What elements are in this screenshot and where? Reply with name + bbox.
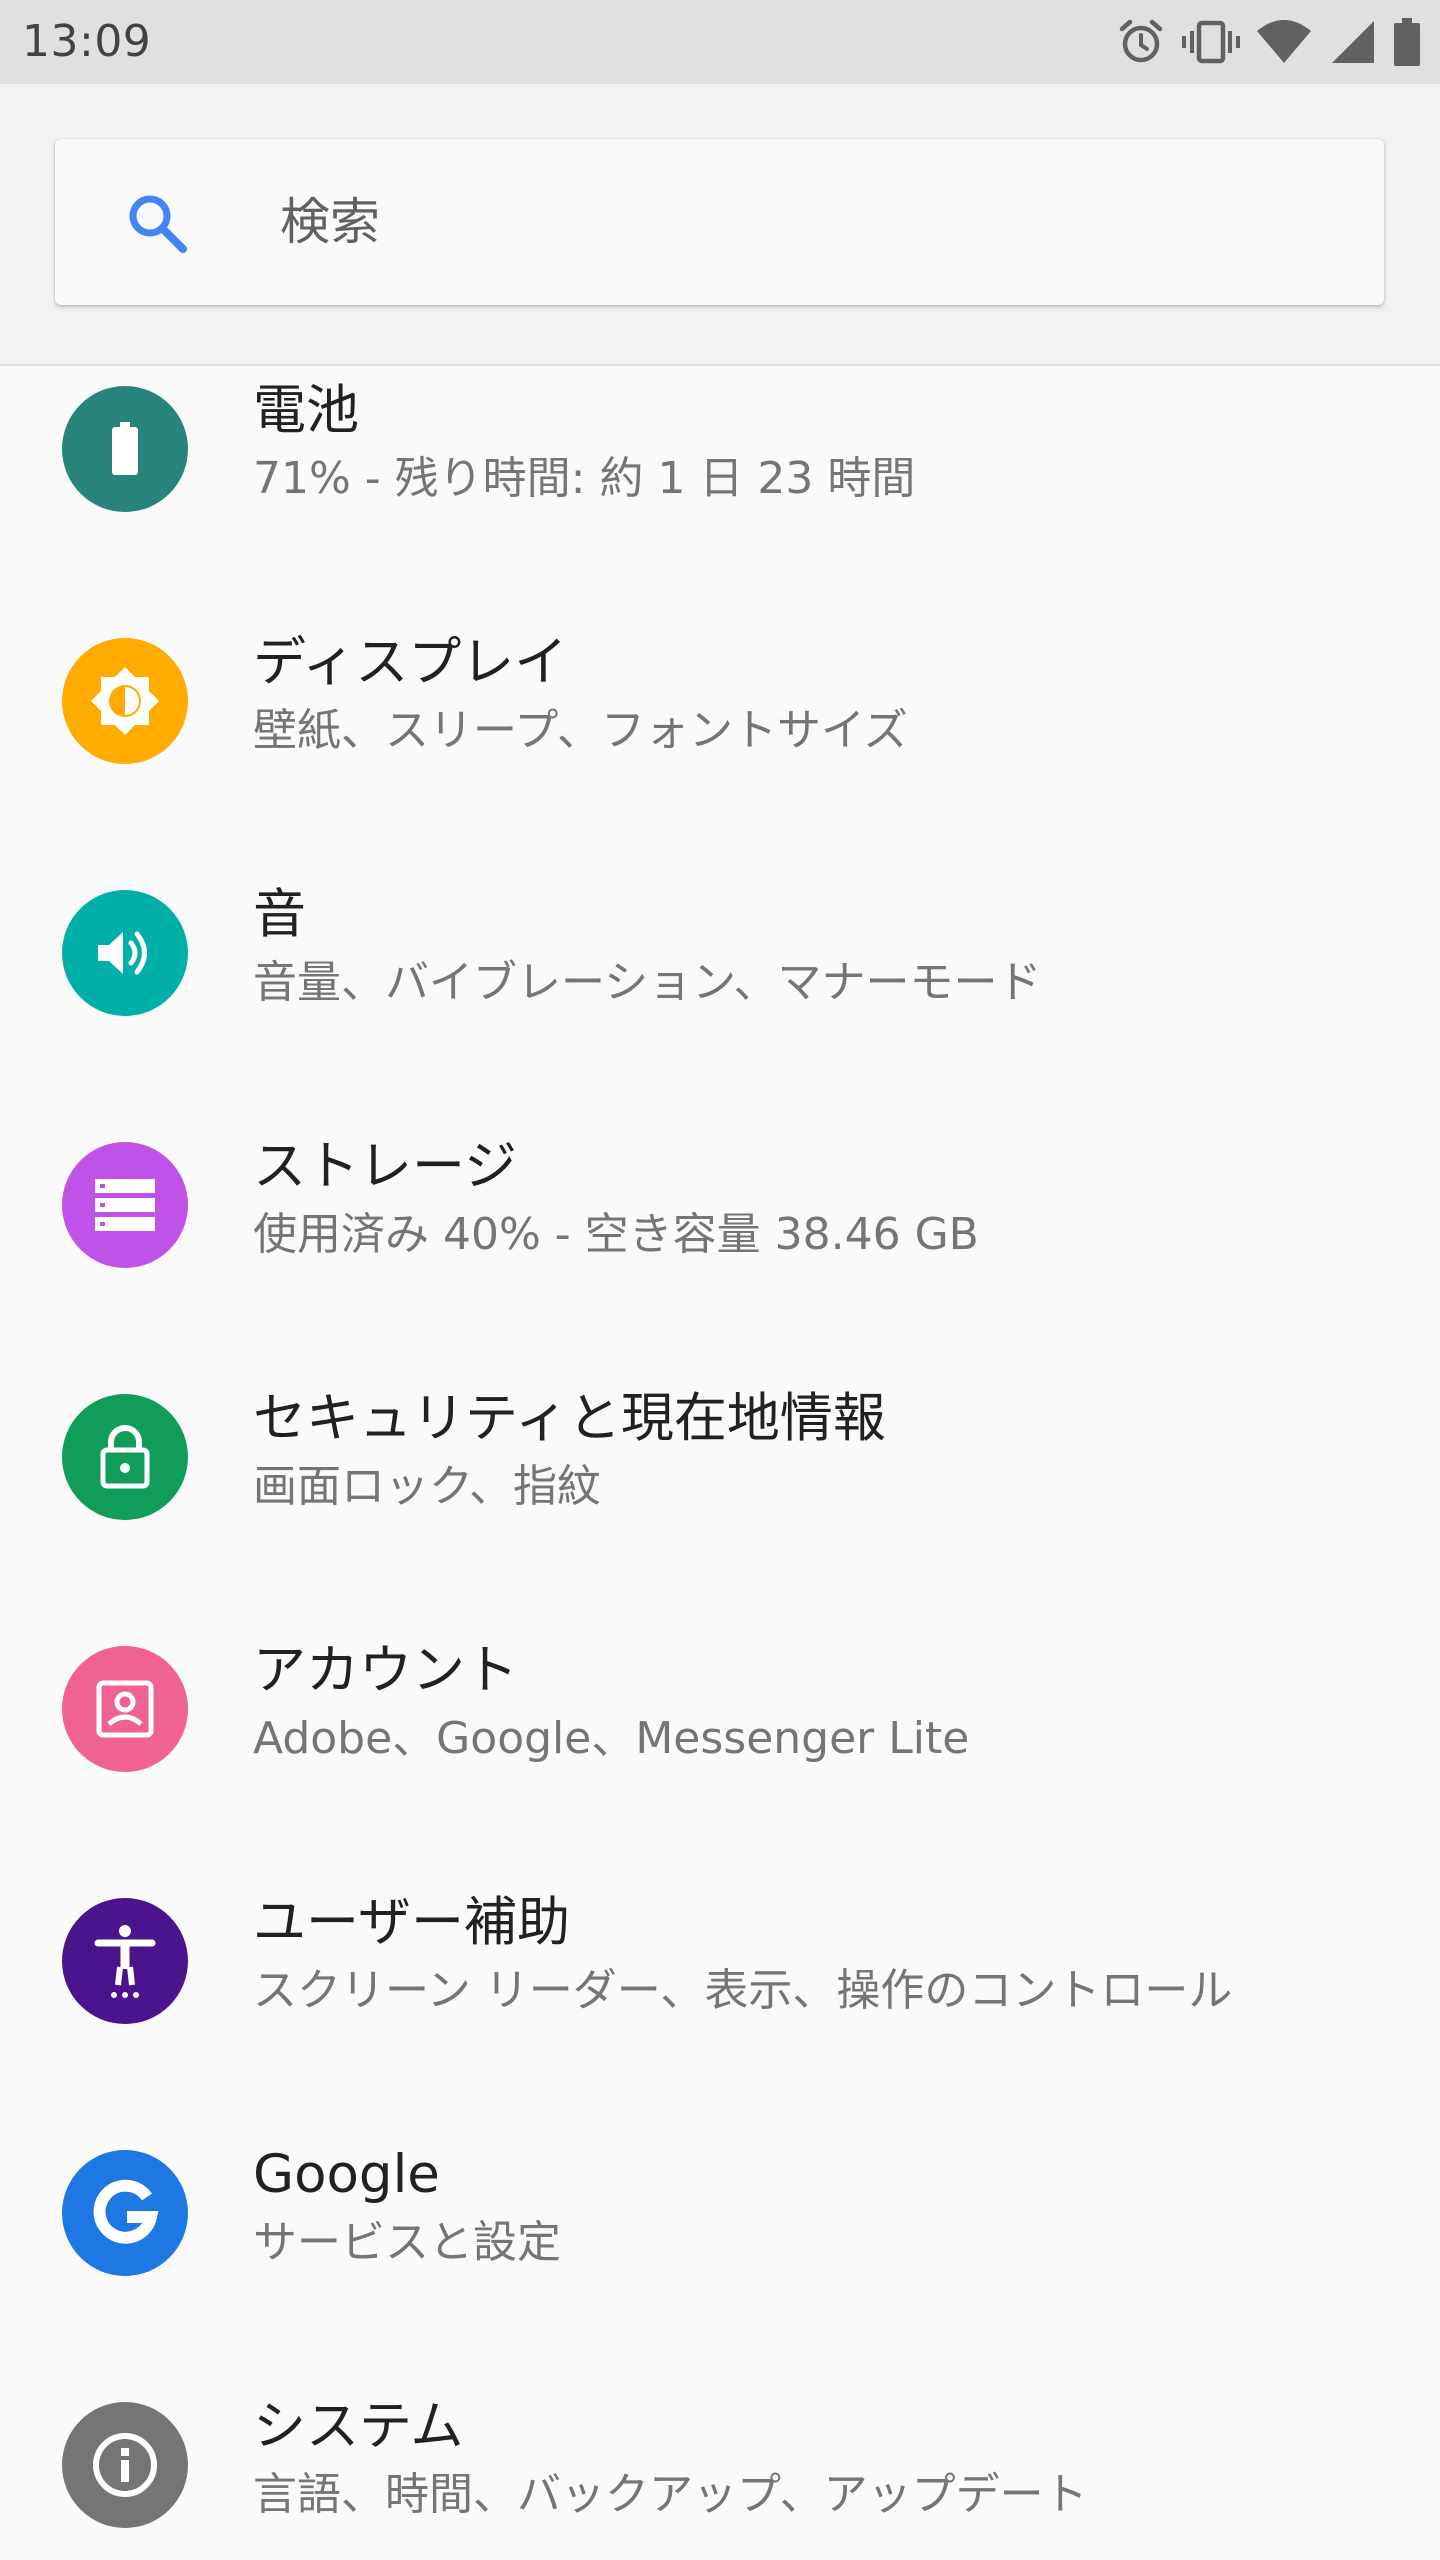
- google-icon: [62, 2150, 188, 2276]
- accessibility-icon: [62, 1898, 188, 2024]
- setting-title: Google: [253, 2144, 440, 2205]
- battery-icon: [62, 386, 188, 512]
- search-header: [0, 84, 1440, 366]
- setting-subtitle: 音量、バイブレーション、マナーモード: [253, 957, 1042, 1008]
- setting-item-accessibility[interactable]: ユーザー補助 スクリーン リーダー、表示、操作のコントロール: [0, 1838, 1440, 2090]
- setting-subtitle: 画面ロック、指紋: [253, 1461, 602, 1512]
- setting-item-security[interactable]: セキュリティと現在地情報 画面ロック、指紋: [0, 1334, 1440, 1586]
- setting-title: アカウント: [253, 1640, 518, 1701]
- setting-subtitle: 壁紙、スリープ、フォントサイズ: [253, 705, 908, 756]
- setting-subtitle: 71% - 残り時間: 約 1 日 23 時間: [253, 453, 916, 504]
- setting-item-battery[interactable]: 電池 71% - 残り時間: 約 1 日 23 時間: [0, 366, 1440, 578]
- setting-subtitle: Adobe、Google、Messenger Lite: [253, 1713, 970, 1764]
- search-icon[interactable]: [121, 187, 193, 259]
- setting-title: 電池: [253, 380, 359, 441]
- cell-signal-icon: [1332, 21, 1374, 63]
- setting-item-accounts[interactable]: アカウント Adobe、Google、Messenger Lite: [0, 1586, 1440, 1838]
- settings-list: 電池 71% - 残り時間: 約 1 日 23 時間 ディスプレイ 壁紙、スリー…: [0, 366, 1440, 2560]
- wifi-icon: [1257, 20, 1311, 63]
- vibrate-icon: [1182, 20, 1240, 64]
- brightness-icon: [62, 638, 188, 764]
- lock-icon: [62, 1394, 188, 1520]
- status-time: 13:09: [22, 16, 152, 67]
- setting-item-system[interactable]: システム 言語、時間、バックアップ、アップデート: [0, 2342, 1440, 2560]
- status-icons: [1116, 16, 1422, 68]
- battery-icon: [1394, 18, 1420, 66]
- setting-subtitle: サービスと設定: [253, 2217, 561, 2268]
- account-icon: [62, 1646, 188, 1772]
- search-bar[interactable]: [55, 139, 1384, 305]
- setting-item-google[interactable]: Google サービスと設定: [0, 2090, 1440, 2342]
- setting-subtitle: スクリーン リーダー、表示、操作のコントロール: [253, 1965, 1233, 2016]
- setting-title: ユーザー補助: [253, 1892, 570, 1953]
- storage-icon: [62, 1142, 188, 1268]
- setting-item-display[interactable]: ディスプレイ 壁紙、スリープ、フォントサイズ: [0, 578, 1440, 830]
- status-bar: 13:09: [0, 0, 1440, 84]
- setting-item-storage[interactable]: ストレージ 使用済み 40% - 空き容量 38.46 GB: [0, 1082, 1440, 1334]
- setting-subtitle: 使用済み 40% - 空き容量 38.46 GB: [253, 1209, 979, 1260]
- setting-title: システム: [253, 2396, 464, 2457]
- setting-title: ストレージ: [253, 1136, 517, 1197]
- search-input[interactable]: [280, 179, 1330, 265]
- info-icon: [62, 2402, 188, 2528]
- volume-icon: [62, 890, 188, 1016]
- alarm-icon: [1119, 19, 1163, 63]
- setting-subtitle: 言語、時間、バックアップ、アップデート: [253, 2469, 1088, 2520]
- setting-item-sound[interactable]: 音 音量、バイブレーション、マナーモード: [0, 830, 1440, 1082]
- setting-title: ディスプレイ: [253, 632, 568, 693]
- setting-title: 音: [253, 884, 306, 945]
- setting-title: セキュリティと現在地情報: [253, 1388, 886, 1449]
